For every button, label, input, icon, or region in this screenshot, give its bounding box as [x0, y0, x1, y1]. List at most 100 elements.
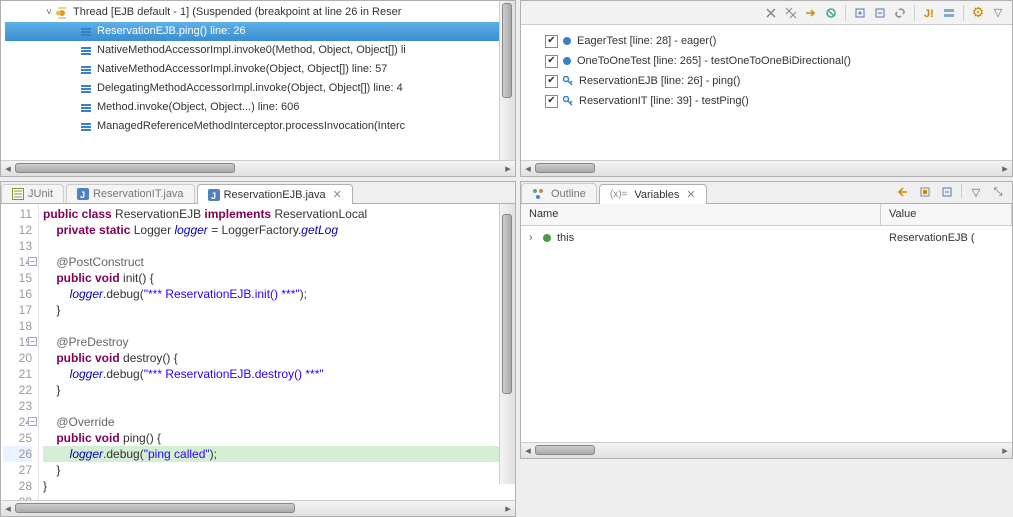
line-number[interactable]: 20 [3, 350, 32, 366]
code-line[interactable]: public class ReservationEJB implements R… [43, 206, 515, 222]
scroll-left-arrow[interactable]: ◂ [1, 501, 15, 515]
breakpoint-checkbox[interactable]: ✔ [545, 95, 558, 108]
code-line[interactable] [43, 398, 515, 414]
stack-frame[interactable]: Method.invoke(Object, Object...) line: 6… [5, 98, 515, 117]
fold-toggle[interactable]: − [28, 417, 37, 426]
remove-breakpoint-icon[interactable] [763, 5, 779, 21]
skip-icon[interactable] [823, 5, 839, 21]
code-line[interactable]: logger.debug("*** ReservationEJB.destroy… [43, 366, 515, 382]
line-number[interactable]: 25 [3, 430, 32, 446]
goto-icon[interactable] [803, 5, 819, 21]
thread-node[interactable]: ˅ Thread [EJB default - 1] (Suspended (b… [5, 3, 515, 22]
line-number[interactable]: 23 [3, 398, 32, 414]
group-icon[interactable] [941, 5, 957, 21]
breakpoint-row[interactable]: ✔EagerTest [line: 28] - eager() [525, 31, 1008, 51]
line-number[interactable]: 28 [3, 478, 32, 494]
scroll-left-arrow[interactable]: ◂ [521, 161, 535, 175]
scroll-right-arrow[interactable]: ▸ [501, 501, 515, 515]
code-line[interactable]: logger.debug("ping called"); [43, 446, 515, 462]
vertical-scrollbar[interactable] [499, 1, 515, 160]
collapse-all-icon[interactable] [939, 184, 955, 200]
breakpoints-list[interactable]: ✔EagerTest [line: 28] - eager()✔OneToOne… [521, 25, 1012, 160]
minimize-icon[interactable]: ▽ [990, 5, 1006, 21]
editor-tab[interactable]: JUnit [1, 184, 64, 203]
collapse-all-icon[interactable] [872, 5, 888, 21]
expand-toggle[interactable]: ˅ [43, 4, 55, 21]
line-number[interactable]: 21 [3, 366, 32, 382]
code-line[interactable]: } [43, 382, 515, 398]
line-number[interactable]: 16 [3, 286, 32, 302]
code-line[interactable]: public void init() { [43, 270, 515, 286]
stack-frame[interactable]: NativeMethodAccessorImpl.invoke0(Method,… [5, 41, 515, 60]
variable-row[interactable]: ›thisReservationEJB ( [521, 226, 1012, 250]
line-number[interactable]: 14− [3, 254, 32, 270]
call-stack-tree[interactable]: ˅ Thread [EJB default - 1] (Suspended (b… [1, 1, 515, 160]
line-number[interactable]: 26 [3, 446, 32, 462]
line-number[interactable]: 22 [3, 382, 32, 398]
code-line[interactable]: } [43, 302, 515, 318]
stack-frame[interactable]: NativeMethodAccessorImpl.invoke(Object, … [5, 60, 515, 79]
remove-all-icon[interactable] [783, 5, 799, 21]
breakpoint-checkbox[interactable]: ✔ [545, 75, 558, 88]
view-menu-icon[interactable]: ⚙ [970, 5, 986, 21]
code-editor[interactable]: 11121314−1516171819−2021222324−252627282… [1, 204, 515, 500]
fold-toggle[interactable]: − [28, 337, 37, 346]
scroll-right-arrow[interactable]: ▸ [998, 443, 1012, 457]
code-line[interactable]: private static Logger logger = LoggerFac… [43, 222, 515, 238]
line-number[interactable]: 18 [3, 318, 32, 334]
variables-header[interactable]: Name Value [521, 204, 1012, 226]
add-java-exception-icon[interactable]: J! [921, 5, 937, 21]
horizontal-scrollbar[interactable]: ◂ ▸ [1, 500, 515, 516]
line-number-gutter[interactable]: 11121314−1516171819−2021222324−252627282… [1, 204, 39, 500]
view-menu-chevron-icon[interactable]: ▽ [968, 184, 984, 200]
code-line[interactable]: @PostConstruct [43, 254, 515, 270]
scroll-right-arrow[interactable]: ▸ [998, 161, 1012, 175]
expand-all-icon[interactable] [852, 5, 868, 21]
code-line[interactable] [43, 238, 515, 254]
code-line[interactable]: public void ping() { [43, 430, 515, 446]
col-value[interactable]: Value [881, 204, 1012, 225]
code-area[interactable]: public class ReservationEJB implements R… [39, 204, 515, 500]
view-tab[interactable]: (x)=Variables✕ [599, 184, 707, 204]
scroll-right-arrow[interactable]: ▸ [501, 161, 515, 175]
col-name[interactable]: Name [521, 204, 881, 225]
line-number[interactable]: 17 [3, 302, 32, 318]
line-number[interactable]: 27 [3, 462, 32, 478]
code-line[interactable]: logger.debug("*** ReservationEJB.init() … [43, 286, 515, 302]
code-line[interactable]: } [43, 478, 515, 494]
breakpoint-checkbox[interactable]: ✔ [545, 55, 558, 68]
line-number[interactable]: 11 [3, 206, 32, 222]
horizontal-scrollbar[interactable]: ◂ ▸ [1, 160, 515, 176]
breakpoint-row[interactable]: ✔ReservationEJB [line: 26] - ping() [525, 71, 1008, 91]
code-line[interactable]: } [43, 462, 515, 478]
expand-toggle[interactable]: › [529, 229, 543, 247]
line-number[interactable]: 13 [3, 238, 32, 254]
horizontal-scrollbar[interactable]: ◂ ▸ [521, 160, 1012, 176]
line-number[interactable]: 24− [3, 414, 32, 430]
line-number[interactable]: 12 [3, 222, 32, 238]
view-tab[interactable]: Outline [521, 183, 597, 203]
editor-tab[interactable]: JReservationEJB.java✕ [197, 184, 353, 204]
code-line[interactable]: public void destroy() { [43, 350, 515, 366]
show-logical-icon[interactable] [917, 184, 933, 200]
scroll-left-arrow[interactable]: ◂ [521, 443, 535, 457]
stack-frame[interactable]: ReservationEJB.ping() line: 26 [5, 22, 515, 41]
breakpoint-checkbox[interactable]: ✔ [545, 35, 558, 48]
vertical-scrollbar[interactable] [499, 204, 515, 484]
breakpoint-row[interactable]: ✔OneToOneTest [line: 265] - testOneToOne… [525, 51, 1008, 71]
stack-frame[interactable]: DelegatingMethodAccessorImpl.invoke(Obje… [5, 79, 515, 98]
close-tab-icon[interactable]: ✕ [333, 188, 342, 201]
code-line[interactable]: @PreDestroy [43, 334, 515, 350]
minimize-icon[interactable]: ⤡ [990, 184, 1006, 200]
variables-body[interactable]: ›thisReservationEJB ( [521, 226, 1012, 442]
show-type-icon[interactable] [895, 184, 911, 200]
close-tab-icon[interactable]: ✕ [686, 188, 695, 201]
stack-frame[interactable]: ManagedReferenceMethodInterceptor.proces… [5, 117, 515, 136]
line-number[interactable]: 19− [3, 334, 32, 350]
scroll-left-arrow[interactable]: ◂ [1, 161, 15, 175]
link-icon[interactable] [892, 5, 908, 21]
breakpoint-row[interactable]: ✔ReservationIT [line: 39] - testPing() [525, 91, 1008, 111]
line-number[interactable]: 15 [3, 270, 32, 286]
code-line[interactable] [43, 318, 515, 334]
editor-tab[interactable]: JReservationIT.java [66, 184, 195, 203]
